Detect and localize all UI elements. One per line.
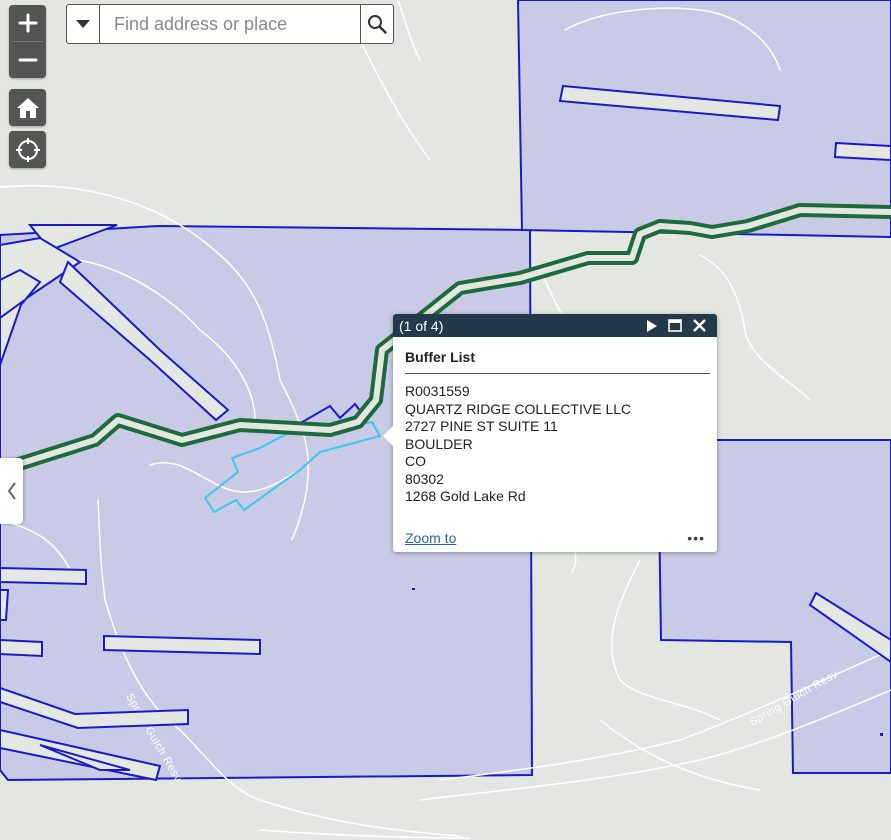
- zoom-in-button[interactable]: [9, 5, 46, 41]
- zoom-out-button[interactable]: [9, 42, 46, 78]
- home-icon: [16, 97, 39, 118]
- home-button[interactable]: [9, 89, 46, 126]
- caret-down-icon: [76, 20, 90, 28]
- close-icon: [692, 319, 706, 332]
- search-button[interactable]: [360, 5, 393, 43]
- popup-pointer: [383, 426, 393, 446]
- maximize-button[interactable]: [663, 314, 687, 337]
- mailing-city: BOULDER: [405, 435, 473, 452]
- play-icon: [646, 319, 657, 332]
- plus-icon: [18, 13, 37, 33]
- parcel-upper-right: [516, 0, 891, 239]
- minus-icon: [18, 58, 37, 62]
- chevron-left-icon: [7, 482, 16, 500]
- popup-title: Buffer List: [405, 349, 710, 374]
- search-bar: [66, 4, 394, 44]
- zoom-control: [9, 5, 46, 78]
- more-actions-button[interactable]: •••: [687, 530, 705, 546]
- popup-actions: Zoom to •••: [405, 530, 705, 546]
- search-input[interactable]: [100, 5, 360, 43]
- locate-button[interactable]: [9, 131, 46, 168]
- zoom-to-link[interactable]: Zoom to: [405, 530, 456, 546]
- close-popup-button[interactable]: [687, 314, 711, 337]
- panel-collapse-button[interactable]: [0, 458, 23, 524]
- popup-fields: R0031559 QUARTZ RIDGE COLLECTIVE LLC 272…: [405, 383, 710, 506]
- mailing-state: CO: [405, 453, 426, 469]
- site-address: 1268 Gold Lake Rd: [405, 488, 526, 504]
- search-source-dropdown[interactable]: [67, 5, 100, 43]
- search-icon: [368, 15, 387, 34]
- maximize-icon: [668, 319, 682, 332]
- mailing-zip: 80302: [405, 470, 444, 487]
- map-point-2: [880, 733, 883, 736]
- map-point-1: [412, 588, 415, 590]
- next-feature-button[interactable]: [639, 314, 663, 337]
- popup-feature-count: (1 of 4): [399, 317, 444, 334]
- popup-header: (1 of 4): [393, 314, 717, 337]
- parcel-id: R0031559: [405, 383, 470, 399]
- owner-name: QUARTZ RIDGE COLLECTIVE LLC: [405, 400, 632, 417]
- feature-popup: (1 of 4) Buffer List R0031559 QUARTZ RID…: [383, 314, 717, 552]
- locate-icon: [15, 137, 40, 162]
- mailing-address: 2727 PINE ST SUITE 11: [405, 418, 558, 434]
- popup-content: Buffer List R0031559 QUARTZ RIDGE COLLEC…: [393, 337, 717, 506]
